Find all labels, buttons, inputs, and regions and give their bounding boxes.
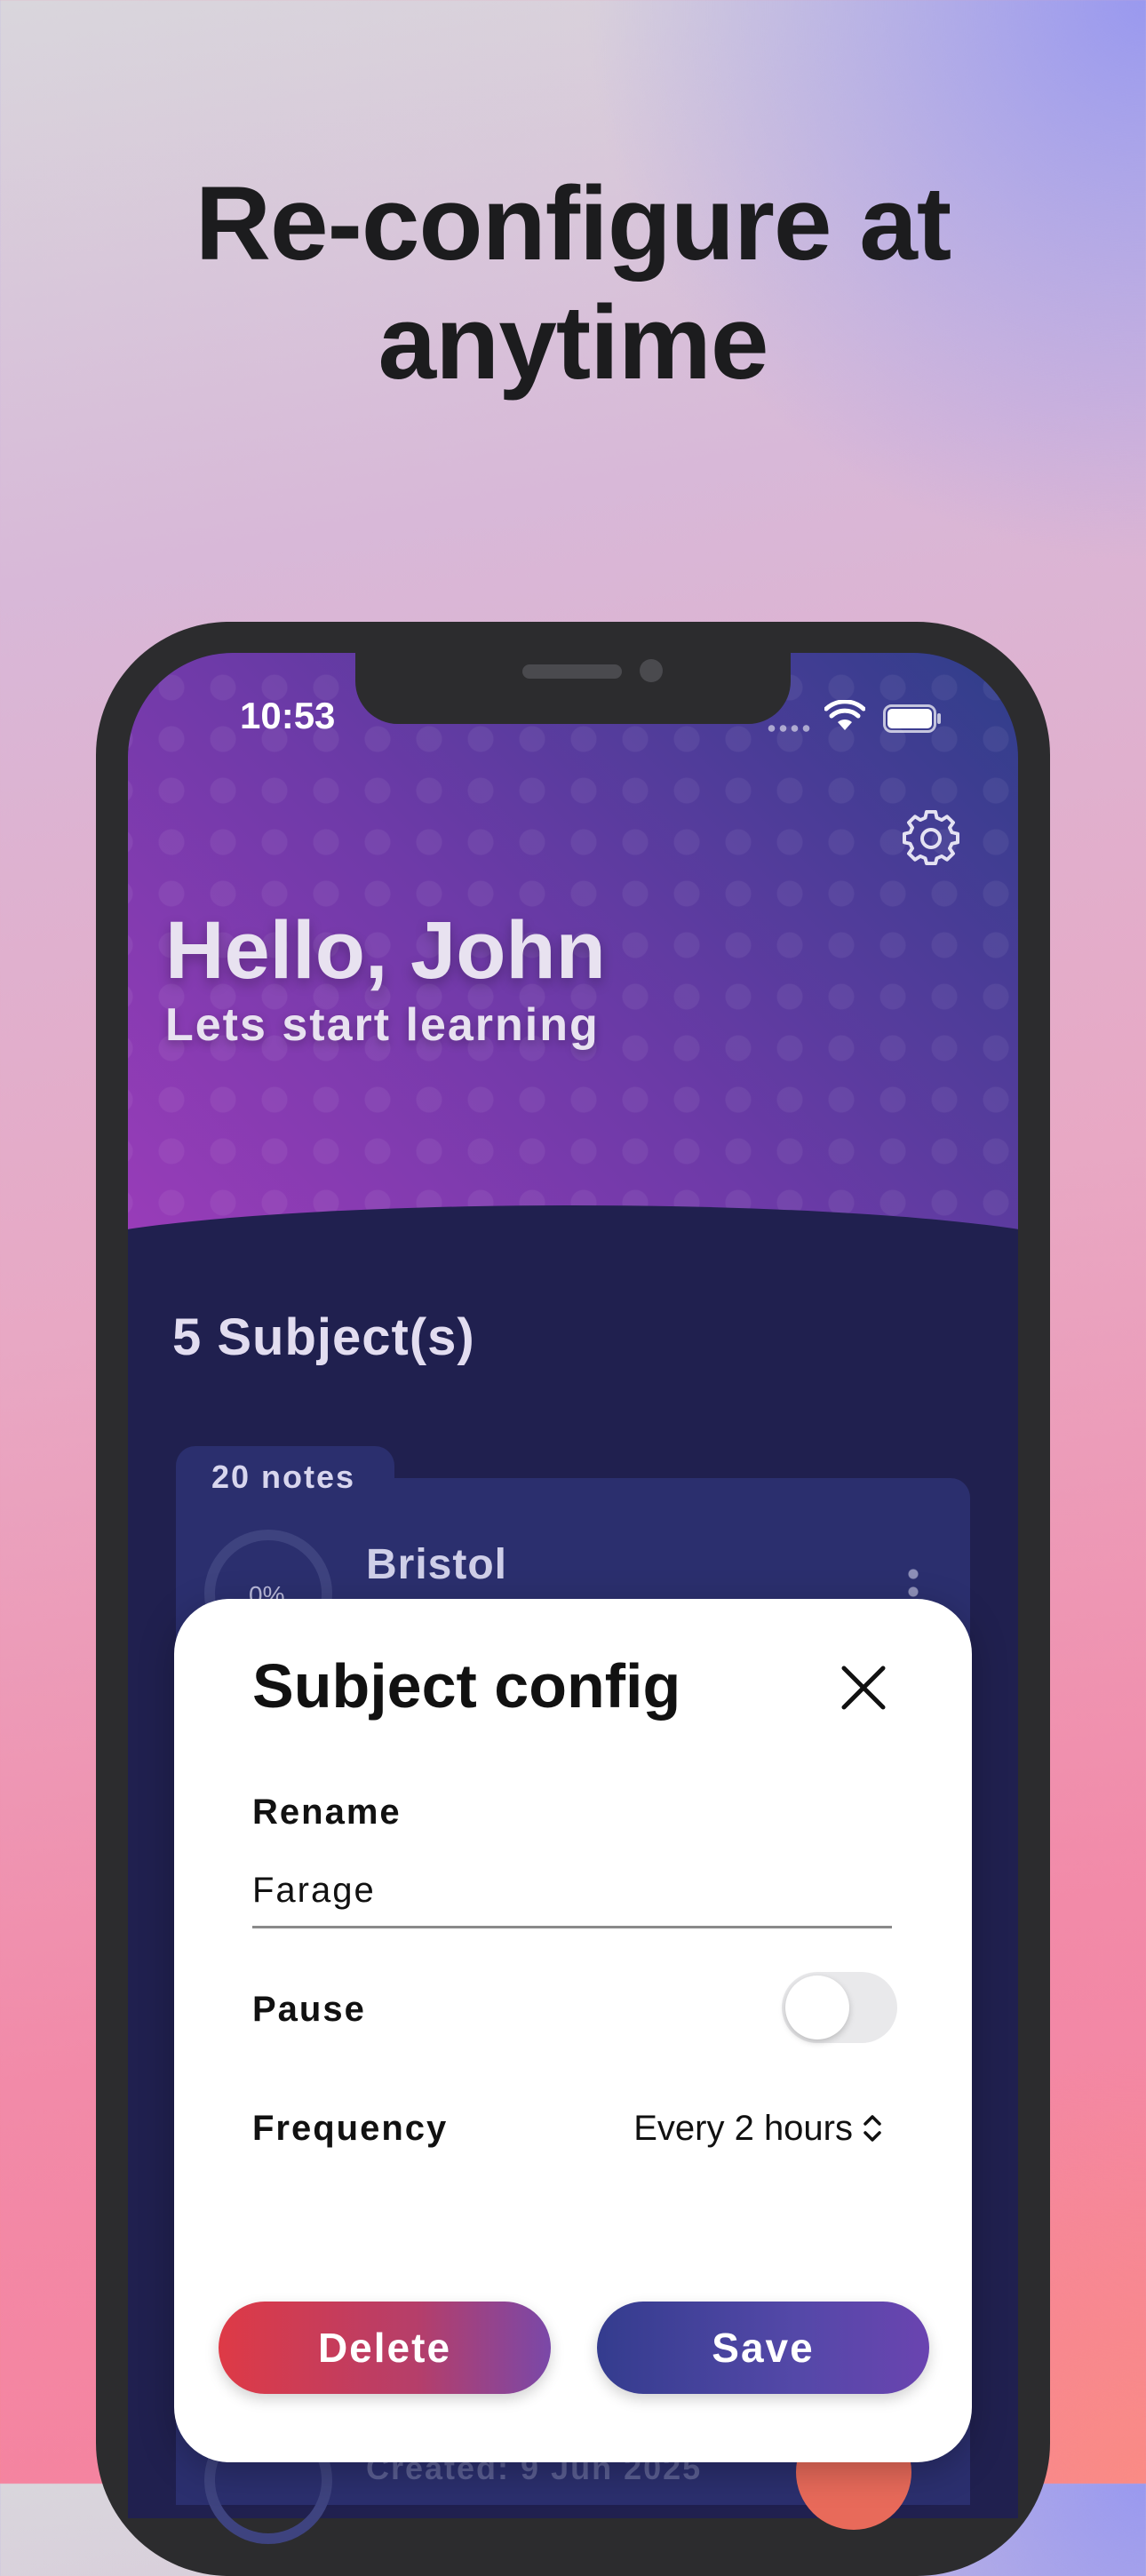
cellular-signal-icon — [766, 725, 812, 732]
frequency-label: Frequency — [252, 2109, 449, 2148]
battery-icon — [883, 704, 941, 733]
status-time: 10:53 — [240, 695, 336, 736]
delete-button[interactable]: Delete — [219, 2302, 551, 2394]
wifi-icon — [824, 700, 865, 730]
headline-line-2: anytime — [378, 284, 769, 402]
headline: Re-configure at anytime — [0, 164, 1146, 402]
chevron-up-down-icon — [863, 2115, 881, 2142]
modal-title: Subject config — [252, 1651, 681, 1721]
notch-camera — [640, 659, 663, 682]
close-button[interactable] — [835, 1659, 892, 1716]
frequency-select[interactable]: Every 2 hours — [592, 2102, 885, 2155]
card-title: Bristol — [366, 1541, 508, 1588]
frequency-value: Every 2 hours — [633, 2108, 853, 2148]
card-notes-count: 20 notes — [211, 1459, 356, 1495]
greeting-subtitle: Lets start learning — [165, 999, 600, 1051]
save-button[interactable]: Save — [597, 2302, 929, 2394]
pause-label: Pause — [252, 1990, 366, 2029]
pause-toggle-knob — [785, 1976, 849, 2039]
rename-label: Rename — [252, 1793, 402, 1832]
greeting: Hello, John — [165, 905, 606, 996]
pause-toggle[interactable] — [782, 1972, 897, 2043]
rename-input[interactable] — [252, 1855, 892, 1928]
subjects-count: 5 Subject(s) — [172, 1308, 475, 1366]
subject-config-modal: Subject config Rename Pause Frequency Ev… — [174, 1599, 972, 2462]
headline-line-1: Re-configure at — [195, 165, 951, 282]
gear-icon[interactable] — [903, 810, 959, 867]
notch-speaker — [522, 664, 622, 679]
close-icon — [841, 1666, 886, 1710]
